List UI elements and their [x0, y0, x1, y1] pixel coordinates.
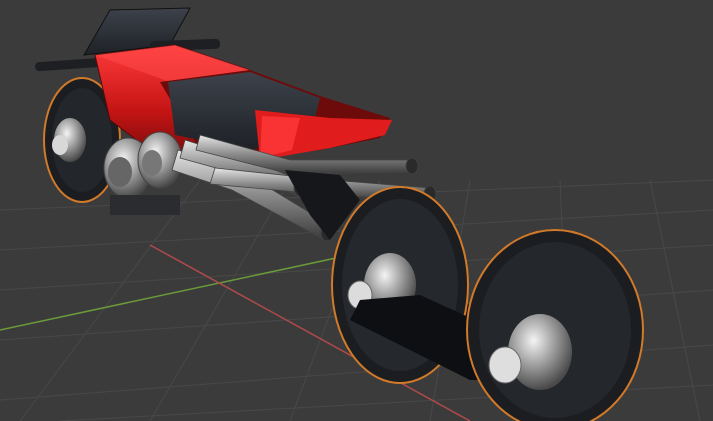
- viewport-canvas[interactable]: [0, 0, 713, 421]
- front-wheel[interactable]: [466, 229, 644, 421]
- engine-assembly[interactable]: [103, 131, 183, 215]
- 3d-viewport[interactable]: [0, 0, 713, 421]
